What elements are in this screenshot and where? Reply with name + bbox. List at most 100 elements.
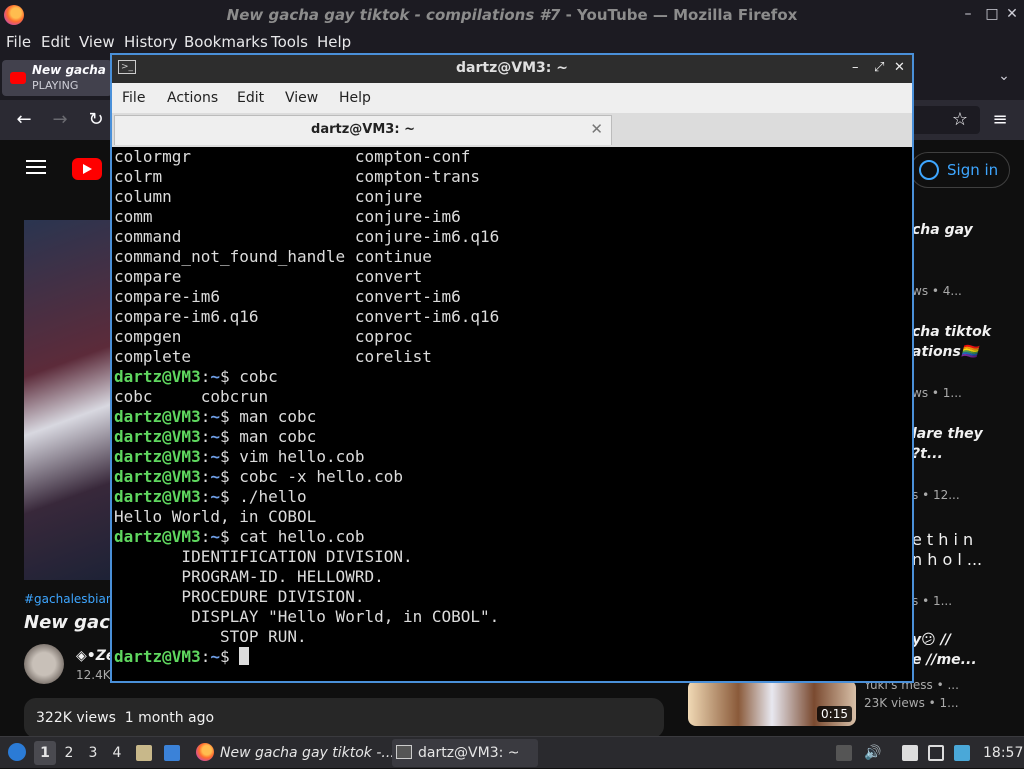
related-video-thumbnail[interactable]: 0:15 xyxy=(688,680,856,726)
maximize-icon[interactable]: ⤢ xyxy=(874,60,884,75)
minimize-icon[interactable]: – xyxy=(852,60,859,75)
command-text: cobc -x hello.cob xyxy=(229,467,404,486)
terminal-cursor xyxy=(239,647,250,665)
back-icon[interactable]: ← xyxy=(12,108,36,132)
terminal-window-title: dartz@VM3: ~ xyxy=(456,60,568,76)
terminal-menu-actions[interactable]: Actions xyxy=(167,90,218,106)
terminal-menu-file[interactable]: File xyxy=(122,90,145,106)
display-icon[interactable] xyxy=(928,745,944,761)
command-text: vim hello.cob xyxy=(229,447,365,466)
terminal-window: >_ dartz@VM3: ~ – ⤢ ✕ File Actions Edit … xyxy=(110,53,914,683)
related-video-title[interactable]: cha tiktok xyxy=(912,324,991,340)
clock[interactable]: 18:57 xyxy=(983,737,1023,769)
terminal-command-line: dartz@VM3:~$ ./hello xyxy=(114,487,307,506)
sign-in-label: Sign in xyxy=(947,161,999,179)
description-box[interactable]: 322K views 1 month ago xyxy=(24,698,664,738)
tab-list-chevron-icon[interactable]: ⌄ xyxy=(994,66,1014,86)
terminal-output-line: cobc cobcrun xyxy=(114,387,269,406)
notes-icon[interactable] xyxy=(902,745,918,761)
show-desktop-icon[interactable] xyxy=(164,745,180,761)
firefox-titlebar: New gacha gay tiktok - compilations #7 -… xyxy=(0,0,1024,30)
workspace-3[interactable]: 3 xyxy=(82,741,104,765)
workspace-2[interactable]: 2 xyxy=(58,741,80,765)
volume-icon[interactable]: 🔊 xyxy=(864,745,881,761)
command-text: man cobc xyxy=(229,407,317,426)
prompt-user: dartz@VM3 xyxy=(114,527,201,546)
prompt-path: ~ xyxy=(210,487,220,506)
menu-file[interactable]: File xyxy=(6,33,31,51)
terminal-titlebar: >_ dartz@VM3: ~ – ⤢ ✕ xyxy=(112,55,912,83)
menu-help[interactable]: Help xyxy=(317,33,351,51)
terminal-output-line: compare-im6 convert-im6 xyxy=(114,287,461,306)
prompt-path: ~ xyxy=(210,427,220,446)
minimize-icon[interactable]: – xyxy=(958,4,978,24)
taskbar: 1 2 3 4 New gacha gay tiktok -... dartz@… xyxy=(0,736,1024,768)
workspace-4[interactable]: 4 xyxy=(106,741,128,765)
related-video-title-line2[interactable]: ations🏳️‍🌈 xyxy=(912,344,978,360)
taskbar-terminal-task[interactable]: dartz@VM3: ~ xyxy=(392,739,538,767)
sign-in-button[interactable]: Sign in xyxy=(910,152,1010,188)
forward-icon[interactable]: → xyxy=(48,108,72,132)
terminal-command-line: dartz@VM3:~$ vim hello.cob xyxy=(114,447,365,466)
terminal-output-line: comm conjure-im6 xyxy=(114,207,461,226)
menu-view[interactable]: View xyxy=(79,33,115,51)
browser-tab-youtube[interactable]: New gacha gay tiktok PLAYING xyxy=(2,60,112,96)
youtube-logo-icon[interactable] xyxy=(72,158,102,180)
prompt-user: dartz@VM3 xyxy=(114,487,201,506)
terminal-menu-help[interactable]: Help xyxy=(339,90,371,106)
terminal-output-line: PROCEDURE DIVISION. xyxy=(114,587,365,606)
app-menu-icon[interactable]: ≡ xyxy=(988,108,1012,132)
related-video-title-line2[interactable]: n h o l ... xyxy=(912,550,982,569)
terminal-tabbar: dartz@VM3: ~ ✕ xyxy=(112,113,912,147)
terminal-menubar: File Actions Edit View Help xyxy=(112,83,912,113)
clipboard-icon[interactable] xyxy=(836,745,852,761)
taskbar-firefox-label: New gacha gay tiktok -... xyxy=(220,745,395,761)
menu-bookmarks[interactable]: Bookmarks xyxy=(184,33,268,51)
terminal-output-line: Hello World, in COBOL xyxy=(114,507,317,526)
terminal-menu-view[interactable]: View xyxy=(285,90,318,106)
start-menu-icon[interactable] xyxy=(8,743,26,761)
related-video-title-line2[interactable]: e //me... xyxy=(912,652,977,668)
hamburger-menu-icon[interactable] xyxy=(26,160,46,174)
terminal-output-line: compare convert xyxy=(114,267,423,286)
prompt-user: dartz@VM3 xyxy=(114,427,201,446)
related-video-title[interactable]: e t h i n xyxy=(912,530,973,549)
network-icon[interactable] xyxy=(954,745,970,761)
prompt-user: dartz@VM3 xyxy=(114,407,201,426)
video-stats: 322K views 1 month ago xyxy=(36,710,214,726)
menu-edit[interactable]: Edit xyxy=(41,33,70,51)
tab-playing-status: PLAYING xyxy=(32,79,79,92)
terminal-output-line: colormgr compton-conf xyxy=(114,147,471,166)
file-manager-icon[interactable] xyxy=(136,745,152,761)
terminal-output-line: STOP RUN. xyxy=(114,627,307,646)
related-video-meta: s • 12... xyxy=(912,488,960,502)
channel-avatar[interactable] xyxy=(24,644,64,684)
maximize-icon[interactable]: □ xyxy=(982,4,1002,24)
close-icon[interactable]: ✕ xyxy=(894,60,905,75)
related-video-title[interactable]: lare they xyxy=(912,426,983,442)
reload-icon[interactable]: ↻ xyxy=(84,108,108,132)
related-video-meta: ws • 4... xyxy=(912,284,962,298)
title-video-name: New gacha gay tiktok - compilations #7 xyxy=(226,6,561,24)
related-video-title[interactable]: y😕 // xyxy=(912,632,951,648)
tab-title: New gacha gay tiktok xyxy=(32,63,112,77)
menu-tools[interactable]: Tools xyxy=(271,33,308,51)
terminal-output-line: compgen coproc xyxy=(114,327,413,346)
command-text: cat hello.cob xyxy=(229,527,365,546)
close-icon[interactable]: ✕ xyxy=(1002,4,1022,24)
related-video-title-line2[interactable]: ?t... xyxy=(912,446,943,462)
video-player[interactable] xyxy=(24,220,114,580)
related-video-title[interactable]: cha gay xyxy=(912,222,973,238)
workspace-1[interactable]: 1 xyxy=(34,741,56,765)
terminal-output[interactable]: colormgr compton-conf colrm compton-trans… xyxy=(114,147,912,681)
prompt-path: ~ xyxy=(210,367,220,386)
menu-history[interactable]: History xyxy=(124,33,177,51)
terminal-output-line: PROGRAM-ID. HELLOWRD. xyxy=(114,567,384,586)
close-tab-icon[interactable]: ✕ xyxy=(590,120,603,138)
terminal-command-line: dartz@VM3:~$ cat hello.cob xyxy=(114,527,365,546)
terminal-tab-title: dartz@VM3: ~ xyxy=(311,122,415,137)
terminal-menu-edit[interactable]: Edit xyxy=(237,90,264,106)
terminal-tab[interactable]: dartz@VM3: ~ ✕ xyxy=(114,115,612,145)
taskbar-firefox-task[interactable]: New gacha gay tiktok -... xyxy=(192,739,395,767)
bookmark-star-icon[interactable]: ☆ xyxy=(948,108,972,132)
